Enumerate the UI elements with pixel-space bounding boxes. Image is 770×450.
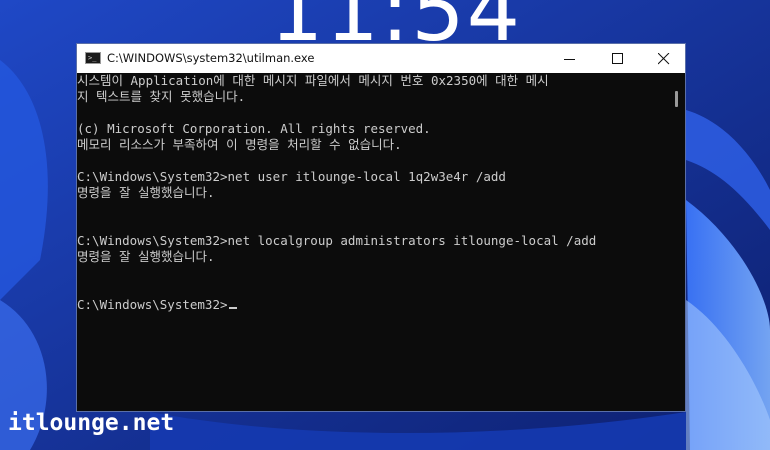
title-bar[interactable]: >_ C:\WINDOWS\system32\utilman.exe xyxy=(77,44,685,73)
maximize-icon xyxy=(612,53,623,64)
console-line: C:\Windows\System32>net localgroup admin… xyxy=(77,233,597,248)
console-line: 지 텍스트를 찾지 못했습니다. xyxy=(77,89,246,104)
console-prompt-line[interactable]: C:\Windows\System32> xyxy=(77,297,237,313)
close-icon xyxy=(658,53,670,65)
console-line: C:\Windows\System32>net user itlounge-lo… xyxy=(77,169,506,184)
console-icon: >_ xyxy=(85,52,101,64)
console-line: 메모리 리소스가 부족하여 이 명령을 처리할 수 없습니다. xyxy=(77,137,402,152)
console-window[interactable]: >_ C:\WINDOWS\system32\utilman.exe 시스템이 … xyxy=(76,43,686,412)
scrollbar-thumb[interactable] xyxy=(675,91,678,107)
console-line: 시스템이 Application에 대한 메시지 파일에서 메시지 번호 0x2… xyxy=(77,73,549,88)
console-line: 명령을 잘 실행했습니다. xyxy=(77,185,215,200)
vertical-scrollbar[interactable] xyxy=(669,73,685,411)
text-cursor xyxy=(228,307,237,309)
minimize-icon xyxy=(564,59,575,60)
watermark-text: itlounge.net xyxy=(8,410,175,436)
window-title: C:\WINDOWS\system32\utilman.exe xyxy=(107,51,315,65)
console-prompt: C:\Windows\System32> xyxy=(77,297,228,312)
minimize-button[interactable] xyxy=(547,44,593,73)
console-output[interactable]: 시스템이 Application에 대한 메시지 파일에서 메시지 번호 0x2… xyxy=(77,73,669,411)
console-line: (c) Microsoft Corporation. All rights re… xyxy=(77,121,431,136)
close-button[interactable] xyxy=(641,44,687,73)
maximize-button[interactable] xyxy=(595,44,641,73)
console-line: 명령을 잘 실행했습니다. xyxy=(77,249,215,264)
